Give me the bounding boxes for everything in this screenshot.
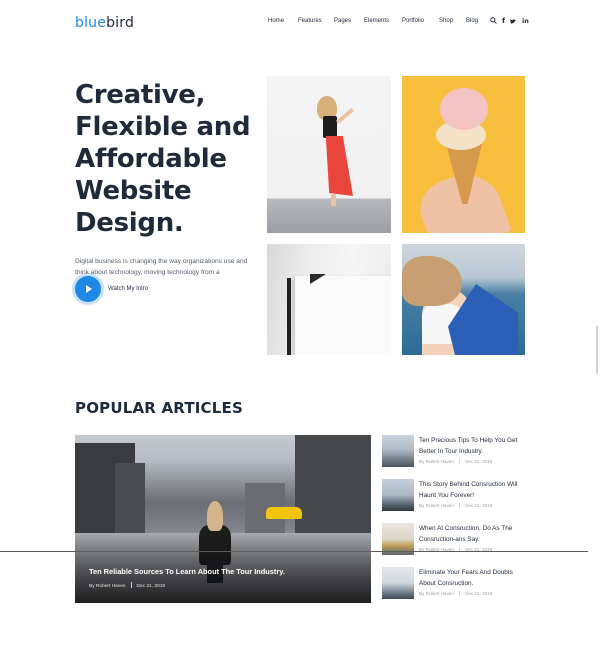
article-thumbnail bbox=[382, 479, 414, 511]
article-meta: By Robert Haven Dec 21, 2019 bbox=[419, 459, 492, 464]
article-thumbnail bbox=[382, 435, 414, 467]
linkedin-icon[interactable]: in bbox=[522, 18, 529, 25]
nav-blog[interactable]: Blog bbox=[466, 18, 478, 24]
date: Dec 21, 2019 bbox=[464, 591, 493, 596]
watch-intro-link[interactable]: Watch My Intro bbox=[108, 286, 148, 292]
nav-home[interactable]: Home bbox=[268, 18, 284, 24]
article-item[interactable]: This Story Behind Consruction Will Haunt… bbox=[382, 479, 527, 515]
author: By Robert Haven bbox=[419, 459, 454, 464]
author: By Robert Haven bbox=[419, 503, 454, 508]
hero-title-line: Affordable bbox=[75, 144, 227, 174]
hero-title-line: Flexible and bbox=[75, 112, 251, 142]
hero-title-line: Design. bbox=[75, 208, 184, 238]
hero-image-abstract bbox=[267, 244, 391, 355]
hero-description: Digital business is changing the way org… bbox=[75, 258, 248, 276]
logo-text-blue: blue bbox=[75, 15, 107, 31]
twitter-icon[interactable] bbox=[510, 18, 517, 26]
article-title[interactable]: Ten Precious Tips To Help You Get Better… bbox=[419, 435, 527, 457]
divider-line bbox=[0, 551, 588, 552]
hero-title: Creative, Flexible and Affordable Websit… bbox=[75, 79, 260, 239]
author: By Robert Haven bbox=[89, 584, 126, 589]
date: Dec 21, 2019 bbox=[464, 503, 493, 508]
scrollbar-thumb[interactable] bbox=[596, 326, 598, 374]
featured-article-meta: By Robert Haven Dec 21, 2019 bbox=[89, 582, 165, 589]
article-title[interactable]: Eliminate Your Fears And Doubts About Co… bbox=[419, 567, 527, 589]
featured-article[interactable]: Ten Reliable Sources To Learn About The … bbox=[75, 435, 371, 603]
search-icon[interactable] bbox=[490, 17, 497, 26]
article-title[interactable]: This Story Behind Consruction Will Haunt… bbox=[419, 479, 527, 501]
author: By Robert Haven bbox=[419, 591, 454, 596]
header-icons: f in bbox=[490, 17, 529, 26]
article-meta: By Robert Haven Dec 21, 2019 bbox=[419, 591, 492, 596]
hero-image-ice-cream bbox=[402, 76, 525, 233]
date: Dec 21, 2019 bbox=[136, 584, 166, 589]
hero-title-line: Creative, bbox=[75, 80, 206, 110]
featured-article-title[interactable]: Ten Reliable Sources To Learn About The … bbox=[89, 567, 285, 576]
hero-image-woman-jacket bbox=[402, 244, 525, 355]
play-button[interactable] bbox=[75, 276, 101, 302]
date: Dec 21, 2019 bbox=[464, 459, 493, 464]
section-title: POPULAR ARTICLES bbox=[75, 399, 243, 417]
logo-text-bird: bird bbox=[106, 15, 135, 31]
facebook-icon[interactable]: f bbox=[502, 18, 505, 25]
article-thumbnail bbox=[382, 567, 414, 599]
article-meta: By Robert Haven Dec 21, 2019 bbox=[419, 503, 492, 508]
hero-title-line: Website bbox=[75, 176, 192, 206]
hero-image-woman-red-skirt bbox=[267, 76, 391, 233]
nav-elements[interactable]: Elements bbox=[364, 18, 389, 24]
article-item[interactable]: Ten Precious Tips To Help You Get Better… bbox=[382, 435, 527, 471]
article-item[interactable]: Eliminate Your Fears And Doubts About Co… bbox=[382, 567, 527, 603]
nav-portfolio[interactable]: Portfolio bbox=[402, 18, 424, 24]
nav-features[interactable]: Features bbox=[298, 18, 322, 24]
site-logo[interactable]: bluebird bbox=[75, 15, 134, 31]
nav-shop[interactable]: Shop bbox=[439, 18, 453, 24]
article-title[interactable]: When At Consruction, Do As The Consructi… bbox=[419, 523, 527, 545]
article-item[interactable]: When At Consruction, Do As The Consructi… bbox=[382, 523, 527, 559]
nav-pages[interactable]: Pages bbox=[334, 18, 351, 24]
